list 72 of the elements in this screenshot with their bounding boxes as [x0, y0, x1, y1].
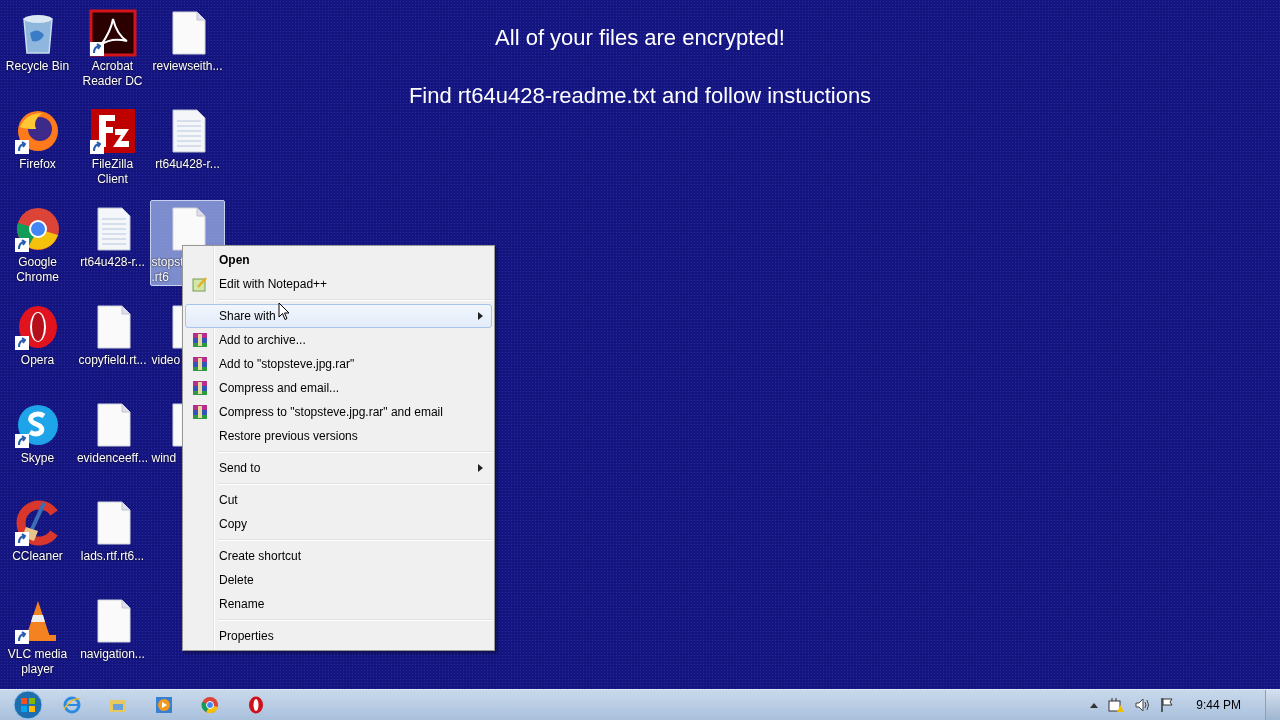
desktop-icon[interactable]: navigation... [75, 592, 150, 678]
icon-label: copyfield.rt... [78, 353, 147, 368]
menu-item[interactable]: Rename [185, 592, 492, 616]
menu-item[interactable]: Delete [185, 568, 492, 592]
desktop-icon[interactable]: CCleaner [0, 494, 75, 580]
menu-item[interactable]: Cut [185, 488, 492, 512]
icon-label: .rt6 [151, 270, 169, 285]
menu-item[interactable]: Share with [185, 304, 492, 328]
icon-label: Client [97, 172, 128, 187]
chrome-icon[interactable] [200, 695, 220, 715]
desktop-icon[interactable]: rt64u428-r... [75, 200, 150, 286]
icon-label: Reader DC [82, 74, 143, 89]
icon-label: Opera [20, 353, 55, 368]
desktop-icon[interactable]: FileZilla Client [75, 102, 150, 188]
desktop-icon[interactable]: Google Chrome [0, 200, 75, 286]
desktop-icon[interactable]: evidenceeff... [75, 396, 150, 482]
network-warning-icon[interactable] [1108, 697, 1125, 713]
icon-label: VLC media [7, 647, 68, 662]
icon-label: Google [18, 255, 57, 270]
icon-label: video [151, 353, 181, 368]
desktop-icon[interactable]: Skype [0, 396, 75, 482]
icon-label: rt64u428-r... [155, 157, 220, 172]
desktop-icon[interactable]: copyfield.rt... [75, 298, 150, 384]
icon-label: Recycle Bin [5, 59, 70, 74]
desktop-icon[interactable]: Recycle Bin [0, 4, 75, 90]
icon-label: player [21, 662, 54, 677]
archive-books-icon [192, 380, 208, 396]
archive-books-icon [192, 332, 208, 348]
archive-books-icon [192, 404, 208, 420]
flag-icon[interactable] [1160, 697, 1175, 713]
menu-item[interactable]: Add to archive... [185, 328, 492, 352]
menu-item[interactable]: Create shortcut [185, 544, 492, 568]
desktop-icon[interactable]: Firefox [0, 102, 75, 188]
icon-label: Skype [20, 451, 55, 466]
menu-item[interactable]: Restore previous versions [185, 424, 492, 448]
icon-label: Firefox [19, 157, 56, 172]
icon-label: evidenceeff... [76, 451, 149, 466]
notepad-icon [192, 276, 208, 292]
desktop-icon[interactable]: VLC media player [0, 592, 75, 678]
icon-label: CCleaner [12, 549, 63, 564]
show-hidden-icons-arrow-icon[interactable] [1090, 702, 1099, 708]
menu-item[interactable]: Compress to "stopsteve.jpg.rar" and email [185, 400, 492, 424]
archive-books-icon [192, 356, 208, 372]
menu-item[interactable]: Add to "stopsteve.jpg.rar" [185, 352, 492, 376]
opera-icon[interactable] [246, 695, 266, 715]
desktop-icon[interactable]: Opera [0, 298, 75, 384]
desktop-icon[interactable]: reviewseith... [150, 4, 225, 90]
icon-label: FileZilla [91, 157, 134, 172]
icon-label: lads.rtf.rt6... [80, 549, 145, 564]
menu-item[interactable]: Compress and email... [185, 376, 492, 400]
menu-item[interactable]: Properties [185, 624, 492, 648]
icon-label: Chrome [16, 270, 59, 285]
internet-explorer-icon[interactable] [62, 695, 82, 715]
desktop-icon[interactable]: rt64u428-r... [150, 102, 225, 188]
submenu-arrow-icon [478, 464, 483, 472]
icon-label: reviewseith... [152, 59, 223, 74]
icon-label: stopst [151, 255, 184, 270]
icon-label: rt64u428-r... [80, 255, 145, 270]
menu-item[interactable]: Copy [185, 512, 492, 536]
icon-label: Acrobat [91, 59, 134, 74]
show-desktop-button[interactable] [1265, 690, 1280, 720]
icon-label: wind [151, 451, 177, 466]
submenu-arrow-icon [478, 312, 483, 320]
media-player-icon[interactable] [154, 695, 174, 715]
ransom-message: Find rt64u428-readme.txt and follow instuctions [408, 82, 872, 110]
icon-label: navigation... [80, 647, 145, 662]
clock[interactable]: 9:44 PM [1196, 698, 1241, 712]
speaker-icon[interactable] [1134, 697, 1151, 713]
desktop-icon[interactable]: Acrobat Reader DC [75, 4, 150, 90]
desktop-icon[interactable]: lads.rtf.rt6... [75, 494, 150, 580]
menu-item[interactable]: Send to [185, 456, 492, 480]
ransom-message: All of your files are encrypted! [495, 24, 785, 52]
